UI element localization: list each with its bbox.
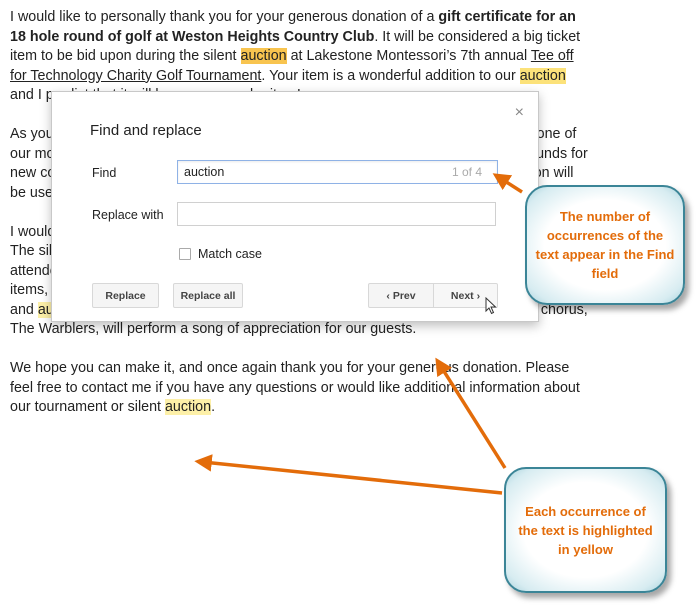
paragraph-4: We hope you can make it, and once again … [10,360,580,415]
dialog-title: Find and replace [90,122,202,139]
search-match-highlight: auction [519,67,566,84]
find-label: Find [92,166,117,180]
callout-match-count: The number of occurrences of the text ap… [525,185,685,305]
match-case-checkbox[interactable]: Match case [179,247,262,261]
find-input[interactable] [177,160,498,184]
replace-with-label: Replace with [92,208,164,222]
close-icon[interactable]: × [515,104,524,122]
replace-button[interactable]: Replace [92,283,159,308]
replace-with-input[interactable] [177,202,496,226]
match-count: 1 of 4 [452,165,483,179]
search-match-highlight: auction [164,399,212,415]
prev-button[interactable]: ‹ Prev [368,283,434,308]
arrow-to-highlight-4 [194,454,503,495]
find-and-replace-dialog: Find and replace × Find 1 of 4 Replace w… [51,91,539,322]
match-case-label: Match case [198,247,262,261]
mouse-pointer-icon [485,297,497,315]
search-match-highlight: auction [240,48,287,64]
checkbox-icon[interactable] [179,248,191,260]
callout-highlight: Each occurrence of the text is highlight… [504,467,667,593]
replace-all-button[interactable]: Replace all [173,283,243,308]
